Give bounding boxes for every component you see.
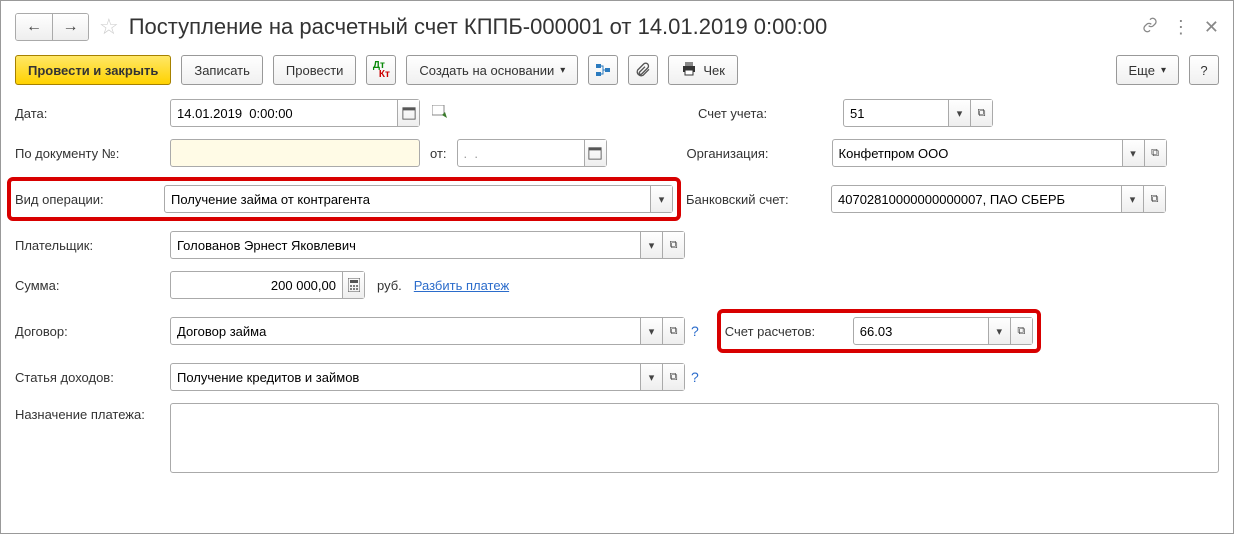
printer-icon	[681, 61, 697, 80]
paperclip-icon	[635, 62, 651, 78]
chevron-down-icon: ▾	[560, 65, 565, 76]
split-payment-link[interactable]: Разбить платеж	[414, 278, 509, 293]
calcacc-highlight: Счет расчетов: ▾ ⧉	[719, 311, 1039, 351]
date-field	[170, 99, 420, 127]
income-dropdown[interactable]: ▾	[640, 364, 662, 390]
income-open-icon[interactable]: ⧉	[662, 364, 684, 390]
income-input[interactable]	[171, 364, 640, 390]
date-label: Дата:	[15, 106, 170, 121]
submit-button[interactable]: Провести	[273, 55, 357, 85]
calendar-icon[interactable]	[397, 100, 419, 126]
calcacc-dropdown[interactable]: ▾	[988, 318, 1010, 344]
payer-label: Плательщик:	[15, 238, 170, 253]
account-input[interactable]	[844, 100, 948, 126]
contract-field: ▾ ⧉	[170, 317, 685, 345]
purpose-textarea[interactable]	[170, 403, 1219, 473]
back-button[interactable]: ←	[16, 14, 52, 40]
bankacc-input[interactable]	[832, 186, 1121, 212]
calcacc-input[interactable]	[854, 318, 988, 344]
contract-open-icon[interactable]: ⧉	[662, 318, 684, 344]
kebab-icon[interactable]: ⋮	[1172, 17, 1190, 38]
document-window: ← → ☆ Поступление на расчетный счет КППБ…	[0, 0, 1234, 534]
help-button[interactable]: ?	[1189, 55, 1219, 85]
docno-field	[170, 139, 420, 167]
currency-label: руб.	[377, 278, 402, 293]
submit-close-button[interactable]: Провести и закрыть	[15, 55, 171, 85]
account-field: ▾ ⧉	[843, 99, 993, 127]
document-title: Поступление на расчетный счет КППБ-00000…	[129, 14, 1142, 40]
bankacc-open-icon[interactable]: ⧉	[1143, 186, 1165, 212]
payer-field: ▾ ⧉	[170, 231, 685, 259]
org-open-icon[interactable]: ⧉	[1144, 140, 1166, 166]
create-based-label: Создать на основании	[419, 63, 554, 78]
org-input[interactable]	[833, 140, 1122, 166]
calcacc-label: Счет расчетов:	[725, 324, 853, 339]
contract-input[interactable]	[171, 318, 640, 344]
contract-label: Договор:	[15, 324, 170, 339]
more-label: Еще	[1129, 63, 1155, 78]
contract-dropdown[interactable]: ▾	[640, 318, 662, 344]
forward-button[interactable]: →	[52, 14, 88, 40]
toolbar: Провести и закрыть Записать Провести ДтК…	[15, 55, 1219, 85]
dtkt-button[interactable]: ДтКт	[366, 55, 396, 85]
bankacc-dropdown[interactable]: ▾	[1121, 186, 1143, 212]
nav-buttons: ← →	[15, 13, 89, 41]
payer-dropdown[interactable]: ▾	[640, 232, 662, 258]
bankacc-field: ▾ ⧉	[831, 185, 1166, 213]
bydoc-label: По документу №:	[15, 146, 170, 161]
structure-icon	[595, 62, 611, 78]
account-dropdown[interactable]: ▾	[948, 100, 970, 126]
account-open-icon[interactable]: ⧉	[970, 100, 992, 126]
chevron-down-icon: ▾	[1161, 65, 1166, 76]
cheque-label: Чек	[703, 63, 725, 78]
close-icon[interactable]: ✕	[1204, 17, 1219, 38]
sum-label: Сумма:	[15, 278, 170, 293]
favorite-icon[interactable]: ☆	[99, 14, 119, 40]
sum-input[interactable]	[171, 272, 342, 298]
org-field: ▾ ⧉	[832, 139, 1167, 167]
calendar-icon[interactable]	[584, 140, 606, 166]
date-input[interactable]	[171, 100, 397, 126]
more-button[interactable]: Еще ▾	[1116, 55, 1179, 85]
calculator-icon[interactable]	[342, 272, 364, 298]
purpose-label: Назначение платежа:	[15, 403, 170, 422]
calcacc-field: ▾ ⧉	[853, 317, 1033, 345]
from-label: от:	[430, 146, 447, 161]
optype-field: ▾	[164, 185, 673, 213]
calcacc-open-icon[interactable]: ⧉	[1010, 318, 1032, 344]
optype-dropdown[interactable]: ▾	[650, 186, 672, 212]
attachment-button[interactable]	[628, 55, 658, 85]
docfrom-input[interactable]	[458, 140, 584, 166]
form: Дата: Счет учета: ▾ ⧉ По докуме	[15, 99, 1219, 473]
account-label: Счет учета:	[698, 106, 843, 121]
payer-open-icon[interactable]: ⧉	[662, 232, 684, 258]
optype-highlight: Вид операции: ▾	[9, 179, 679, 219]
note-icon[interactable]	[432, 105, 448, 122]
payer-input[interactable]	[171, 232, 640, 258]
structure-button[interactable]	[588, 55, 618, 85]
bankacc-label: Банковский счет:	[686, 192, 831, 207]
help-icon[interactable]: ?	[691, 369, 699, 385]
help-icon[interactable]: ?	[691, 323, 699, 339]
org-dropdown[interactable]: ▾	[1122, 140, 1144, 166]
org-label: Организация:	[687, 146, 832, 161]
income-label: Статья доходов:	[15, 370, 170, 385]
save-button[interactable]: Записать	[181, 55, 263, 85]
titlebar: ← → ☆ Поступление на расчетный счет КППБ…	[15, 9, 1219, 45]
dtkt-icon: ДтКт	[373, 61, 390, 79]
docno-input[interactable]	[171, 140, 419, 166]
optype-input[interactable]	[165, 186, 650, 212]
cheque-button[interactable]: Чек	[668, 55, 738, 85]
income-field: ▾ ⧉	[170, 363, 685, 391]
link-icon[interactable]	[1142, 17, 1158, 38]
sum-field	[170, 271, 365, 299]
create-based-button[interactable]: Создать на основании ▾	[406, 55, 578, 85]
docfrom-field	[457, 139, 607, 167]
optype-label: Вид операции:	[15, 192, 164, 207]
